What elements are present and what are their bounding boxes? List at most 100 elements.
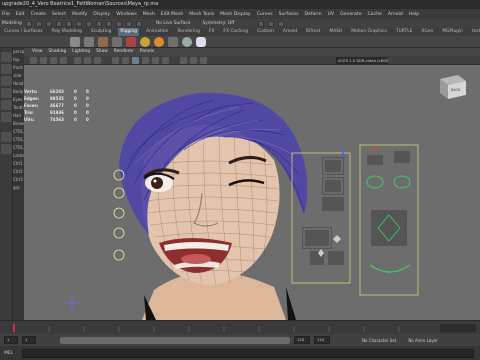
outliner-item[interactable]: Teeth	[13, 104, 24, 112]
outliner-item[interactable]: Eyes	[13, 96, 24, 104]
menuset-dropdown[interactable]: Modeling	[2, 21, 22, 26]
grid-toggle-icon[interactable]	[74, 57, 81, 64]
menu-generate[interactable]: Generate	[340, 12, 361, 17]
bind-skin-icon[interactable]	[98, 37, 108, 47]
shelf-tab-test[interactable]: test	[470, 28, 480, 36]
shelf-tab-motion-graphics[interactable]: Motion Graphics	[349, 28, 389, 36]
playback-controls[interactable]	[440, 324, 476, 332]
move-tool-icon[interactable]	[1, 88, 12, 98]
menu-arnold[interactable]: Arnold	[388, 12, 403, 17]
aim-constraint-icon[interactable]	[196, 37, 206, 47]
outliner-item[interactable]: Ctrl2	[13, 168, 24, 176]
start-frame-field[interactable]: 1	[4, 336, 18, 344]
wireframe-icon[interactable]	[112, 57, 119, 64]
menu-help[interactable]: Help	[409, 12, 419, 17]
menu-curves[interactable]: Curves	[257, 12, 273, 17]
render-icon[interactable]	[258, 20, 265, 27]
range-slider[interactable]	[60, 336, 290, 344]
viewport-menu-view[interactable]: View	[32, 48, 42, 56]
shelf-tab-custom[interactable]: Custom	[255, 28, 276, 36]
viewport-menu-renderer[interactable]: Renderer	[114, 48, 134, 56]
outliner-item[interactable]: Head	[13, 80, 24, 88]
outliner-item[interactable]: Body	[13, 88, 24, 96]
new-scene-icon[interactable]	[25, 20, 32, 27]
shelf-tab-animation[interactable]: Animation	[144, 28, 170, 36]
bookmark-icon[interactable]	[50, 57, 57, 64]
range-end-field[interactable]: 120	[294, 336, 310, 344]
command-input[interactable]	[22, 348, 474, 358]
shelf-tab-poly-modeling[interactable]: Poly Modeling	[50, 28, 84, 36]
outliner-item[interactable]: Lashes	[13, 152, 24, 160]
snap-surface-icon[interactable]	[135, 20, 142, 27]
shelf-tab-curves-surfaces[interactable]: Curves / Surfaces	[2, 28, 45, 36]
outliner-item[interactable]: front	[13, 64, 24, 72]
menu-surfaces[interactable]: Surfaces	[279, 12, 299, 17]
script-language-label[interactable]: MEL	[4, 351, 18, 356]
menu-display[interactable]: Display	[93, 12, 110, 17]
four-view-layout-icon[interactable]	[1, 144, 12, 154]
shelf-tab-mgplugin[interactable]: MGPlugin	[440, 28, 465, 36]
menu-windows[interactable]: Windows	[116, 12, 137, 17]
shelf-tab-fx-caching[interactable]: FX Caching	[221, 28, 250, 36]
rotate-tool-icon[interactable]	[1, 100, 12, 110]
menu-edit-mesh[interactable]: Edit Mesh	[161, 12, 183, 17]
select-object-icon[interactable]	[85, 20, 92, 27]
menu-uv[interactable]: UV	[328, 12, 335, 17]
shelf-tab-sculpting[interactable]: Sculpting	[89, 28, 114, 36]
shelf-tab-xgen[interactable]: XGen	[419, 28, 435, 36]
menu-edit[interactable]: Edit	[16, 12, 25, 17]
viewport-menu-lighting[interactable]: Lighting	[72, 48, 90, 56]
lattice-icon[interactable]	[126, 37, 136, 47]
select-hierarchy-icon[interactable]	[75, 20, 82, 27]
colorspace-dropdown[interactable]: ACES 1.0 SDR-video (sRGB)	[336, 57, 388, 64]
menu-cache[interactable]: Cache	[368, 12, 382, 17]
outliner-item[interactable]: grp	[13, 184, 24, 192]
constraint-icon[interactable]	[182, 37, 192, 47]
menu-mesh-tools[interactable]: Mesh Tools	[189, 12, 214, 17]
undo-icon[interactable]	[55, 20, 62, 27]
menu-select[interactable]: Select	[52, 12, 66, 17]
viewport-menu-show[interactable]: Show	[96, 48, 108, 56]
viewport-menu-panels[interactable]: Panels	[140, 48, 154, 56]
isolate-select-icon[interactable]	[180, 57, 187, 64]
scale-tool-icon[interactable]	[1, 112, 12, 122]
anim-layer-dropdown[interactable]: No Anim Layer	[408, 338, 437, 343]
shelf-tab-mash[interactable]: MASH	[327, 28, 344, 36]
menu-modify[interactable]: Modify	[72, 12, 87, 17]
select-tool-icon[interactable]	[1, 52, 12, 62]
shelf-tab-bifrost[interactable]: Bifrost	[304, 28, 322, 36]
shelf-tab-turtle[interactable]: TURTLE	[394, 28, 415, 36]
symmetry-dropdown[interactable]: Symmetry: Off	[202, 21, 234, 26]
image-plane-icon[interactable]	[60, 57, 67, 64]
resolution-gate-icon[interactable]	[94, 57, 101, 64]
locator-icon[interactable]	[168, 37, 178, 47]
open-scene-icon[interactable]	[35, 20, 42, 27]
menu-file[interactable]: File	[2, 12, 10, 17]
outliner-item[interactable]: Ctrl3	[13, 176, 24, 184]
snap-grid-icon[interactable]	[105, 20, 112, 27]
ipr-render-icon[interactable]	[268, 20, 275, 27]
film-gate-icon[interactable]	[84, 57, 91, 64]
ik-handle-icon[interactable]	[84, 37, 94, 47]
outliner-item[interactable]: Ctrl1	[13, 160, 24, 168]
outliner-item[interactable]: Brows	[13, 120, 24, 128]
camera-icon[interactable]	[30, 57, 37, 64]
outliner-item[interactable]: CTRL_F	[13, 128, 24, 136]
time-slider[interactable]	[0, 320, 480, 334]
outliner-item[interactable]: top	[13, 56, 24, 64]
xray-icon[interactable]	[190, 57, 197, 64]
shelf-tab-rigging[interactable]: Rigging	[118, 28, 140, 36]
joint-tool-icon[interactable]	[70, 37, 80, 47]
menu-create[interactable]: Create	[31, 12, 46, 17]
redo-icon[interactable]	[65, 20, 72, 27]
snap-point-icon[interactable]	[125, 20, 132, 27]
paint-select-icon[interactable]	[1, 76, 12, 86]
wireframe-on-shaded-icon[interactable]	[132, 57, 139, 64]
camera-attributes-icon[interactable]	[40, 57, 47, 64]
shelf-tab-fx[interactable]: FX	[207, 28, 217, 36]
outliner-item[interactable]: CTRL_L	[13, 136, 24, 144]
character-set-dropdown[interactable]: No Character Set	[362, 338, 396, 343]
lasso-tool-icon[interactable]	[1, 64, 12, 74]
viewport-menu-shading[interactable]: Shading	[48, 48, 66, 56]
shadows-icon[interactable]	[162, 57, 169, 64]
